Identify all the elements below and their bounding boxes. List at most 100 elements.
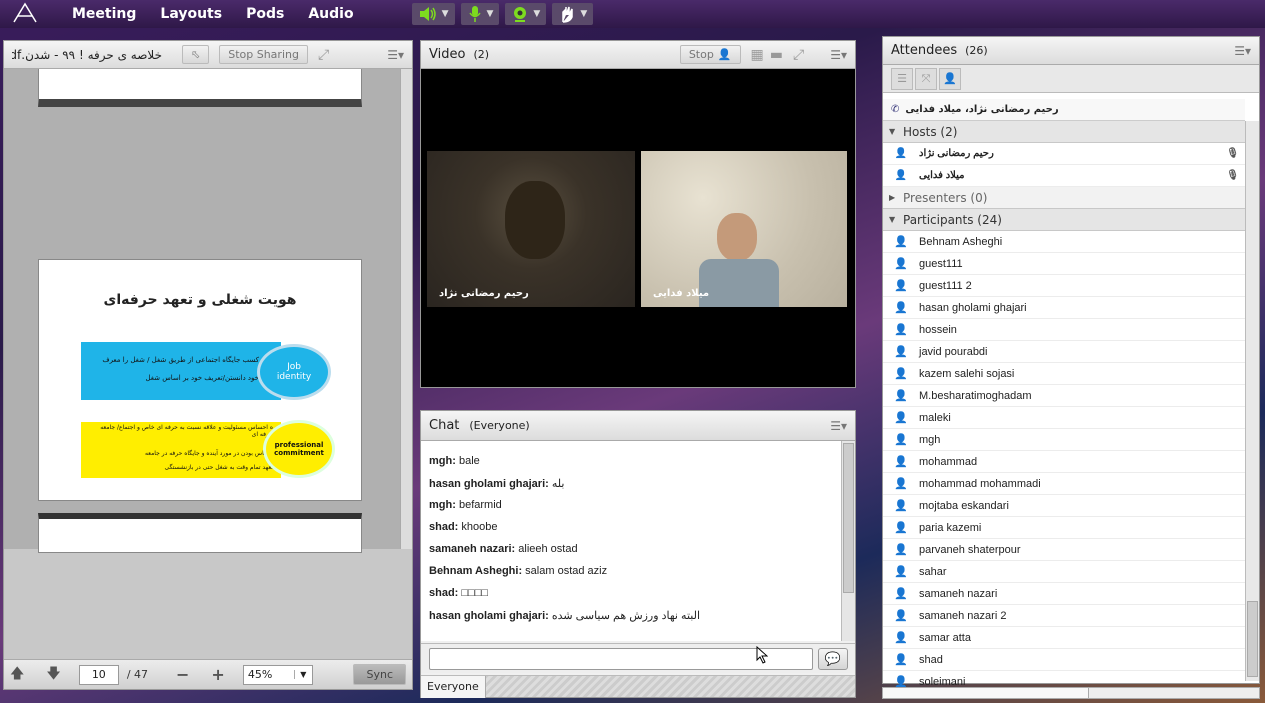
chat-scrollbar[interactable]: [841, 441, 855, 641]
participant-row[interactable]: 👤 shad: [883, 649, 1245, 671]
attendees-scrollbar[interactable]: [1245, 121, 1259, 681]
menu-meeting[interactable]: Meeting: [72, 6, 136, 22]
participant-row[interactable]: 👤 mohammad: [883, 451, 1245, 473]
filmstrip-view-icon[interactable]: ▬: [770, 47, 783, 63]
webcam-toggle-button[interactable]: ▼: [505, 3, 547, 25]
participants-group-label: Participants (24): [903, 212, 1002, 227]
chat-message: hasan gholami ghajari: البته نهاد ورزش ه…: [429, 610, 700, 622]
breakout-rooms-icon[interactable]: ⤧: [915, 67, 937, 90]
host-row[interactable]: 👤 رحیم رمضانی نژاد 🎙: [883, 143, 1245, 165]
chevron-down-icon[interactable]: ▼: [533, 9, 540, 19]
pod-options-menu-icon[interactable]: ☰▾: [1234, 44, 1251, 58]
share-pod-footer: 🡅 🡇 10 / 47 − + 45% ▼ Sync: [4, 659, 412, 689]
commitment-text-2: حساس بودن در مورد آینده و جایگاه حرفه در…: [144, 450, 273, 457]
chevron-down-icon[interactable]: ▼: [487, 9, 494, 19]
participant-row[interactable]: 👤 mgh: [883, 429, 1245, 451]
participant-row[interactable]: 👤 guest111 2: [883, 275, 1245, 297]
participant-row[interactable]: 👤 kazem salehi sojasi: [883, 363, 1245, 385]
chat-pod-header: Chat (Everyone) ☰▾: [421, 411, 855, 441]
stop-sharing-button[interactable]: Stop Sharing: [219, 45, 308, 64]
menu-audio[interactable]: Audio: [308, 6, 353, 22]
job-identity-box: [81, 342, 281, 400]
pod-options-menu-icon[interactable]: ☰▾: [830, 419, 847, 433]
attendees-scrollbar-thumb[interactable]: [1247, 601, 1258, 677]
participants-group-header[interactable]: ▼ Participants (24): [883, 209, 1245, 231]
document-viewer: هویت شغلی و تعهد حرفه‌ای کسب جایگاه اجتم…: [4, 69, 412, 659]
chevron-down-icon[interactable]: ▼: [293, 670, 312, 679]
zoom-select[interactable]: 45% ▼: [242, 664, 313, 685]
document-pages: هویت شغلی و تعهد حرفه‌ای کسب جایگاه اجتم…: [4, 69, 400, 553]
page-number-input[interactable]: 10: [78, 664, 119, 685]
chevron-down-icon[interactable]: ▼: [580, 9, 587, 19]
participant-row[interactable]: 👤 maleki: [883, 407, 1245, 429]
participant-row[interactable]: 👤 guest111: [883, 253, 1245, 275]
microphone-toggle-button[interactable]: ▼: [460, 3, 500, 25]
grid-view-icon[interactable]: ▦: [751, 47, 764, 63]
participant-row[interactable]: 👤 mojtaba eskandari: [883, 495, 1245, 517]
slide-heading: هویت شغلی و تعهد حرفه‌ای: [103, 292, 297, 308]
participant-row[interactable]: 👤 samar atta: [883, 627, 1245, 649]
zoom-out-icon[interactable]: −: [176, 665, 189, 684]
participant-row[interactable]: 👤 hossein: [883, 319, 1245, 341]
chat-message: hasan gholami ghajari: بله: [429, 478, 565, 490]
annotate-button[interactable]: ⬁: [182, 45, 210, 64]
participant-person-icon: 👤: [894, 544, 908, 556]
participant-name: Behnam Asheghi: [919, 235, 1003, 248]
host-person-icon: 👤: [894, 170, 908, 181]
send-message-button[interactable]: 💬: [818, 648, 848, 670]
chat-scope: (Everyone): [469, 419, 530, 432]
user-status-icon[interactable]: 👤: [939, 67, 961, 90]
pod-options-menu-icon[interactable]: ☰▾: [387, 48, 404, 62]
participant-body: [699, 259, 779, 307]
document-vertical-scrollbar[interactable]: [400, 69, 412, 549]
host-row[interactable]: 👤 میلاد فدایی 🎙: [883, 165, 1245, 187]
chevron-down-icon[interactable]: ▼: [442, 9, 449, 19]
participant-row[interactable]: 👤 javid pourabdi: [883, 341, 1245, 363]
list-view-icon[interactable]: ☰: [891, 67, 913, 90]
attendees-count: (26): [965, 44, 988, 57]
collapsed-triangle-icon: ▶: [889, 193, 896, 202]
participant-person-icon: 👤: [894, 500, 908, 512]
current-slide: هویت شغلی و تعهد حرفه‌ای کسب جایگاه اجتم…: [38, 259, 362, 501]
video-feed-host-2[interactable]: میلاد فدایی: [641, 151, 847, 307]
hosts-group-label: Hosts (2): [903, 124, 958, 139]
video-pod-header: Video (2) Stop 👤 ▦ ▬ ⤢ ☰▾: [421, 41, 855, 69]
attendees-horizontal-scrollbar-thumb[interactable]: [883, 688, 1089, 698]
participant-row[interactable]: 👤 Behnam Asheghi: [883, 231, 1245, 253]
participant-row[interactable]: 👤 parvaneh shaterpour: [883, 539, 1245, 561]
stop-video-button[interactable]: Stop 👤: [679, 45, 741, 64]
participant-row[interactable]: 👤 M.besharatimoghadam: [883, 385, 1245, 407]
next-page-icon[interactable]: 🡇: [46, 663, 60, 687]
raise-hand-button[interactable]: ▼: [552, 3, 594, 25]
menu-layouts[interactable]: Layouts: [160, 6, 222, 22]
attendees-horizontal-scrollbar[interactable]: [882, 687, 1260, 699]
presenters-group-header[interactable]: ▶ Presenters (0): [883, 187, 1245, 209]
chat-tab-everyone[interactable]: Everyone: [421, 676, 486, 698]
video-feed-host-1[interactable]: رحیم رمضانی نژاد: [427, 151, 635, 307]
participant-row[interactable]: 👤 samaneh nazari: [883, 583, 1245, 605]
person-icon: 👤: [717, 48, 732, 61]
participant-head: [717, 213, 757, 261]
menu-pods[interactable]: Pods: [246, 6, 284, 22]
participant-person-icon: 👤: [894, 610, 908, 622]
chat-scrollbar-thumb[interactable]: [843, 443, 854, 593]
participant-row[interactable]: 👤 sahar: [883, 561, 1245, 583]
pod-options-menu-icon[interactable]: ☰▾: [830, 48, 847, 62]
participant-row[interactable]: 👤 mohammad mohammadi: [883, 473, 1245, 495]
sync-button[interactable]: Sync: [353, 664, 406, 685]
participant-row[interactable]: 👤 paria kazemi: [883, 517, 1245, 539]
attendees-toolbar: ☰ ⤧ 👤: [883, 65, 1259, 93]
fullscreen-icon[interactable]: ⤢: [793, 47, 804, 63]
participant-person-icon: 👤: [894, 566, 908, 578]
participant-name: mgh: [919, 433, 941, 446]
fullscreen-icon[interactable]: ⤢: [318, 47, 329, 63]
attendees-pod: Attendees (26) ☰▾ ☰ ⤧ 👤 ✆ رحیم رمضانی نژ…: [882, 36, 1260, 688]
previous-page-icon[interactable]: 🡅: [10, 663, 24, 687]
participant-row[interactable]: 👤 hasan gholami ghajari: [883, 297, 1245, 319]
speaker-toggle-button[interactable]: ▼: [411, 3, 455, 25]
participant-person-icon: 👤: [894, 478, 908, 490]
zoom-in-icon[interactable]: +: [211, 665, 224, 684]
hosts-group-header[interactable]: ▼ Hosts (2): [883, 121, 1245, 143]
participant-head: [505, 181, 565, 259]
participant-row[interactable]: 👤 samaneh nazari 2: [883, 605, 1245, 627]
